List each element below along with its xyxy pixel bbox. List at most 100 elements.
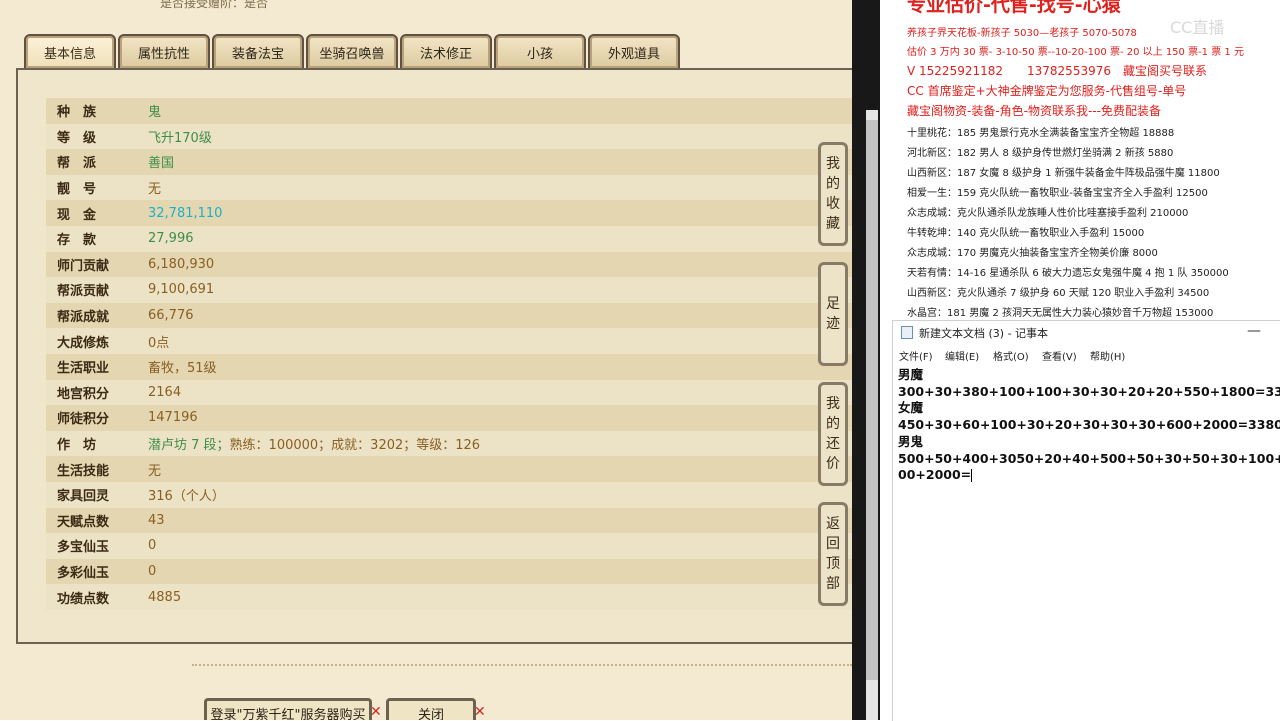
info-row-dungeon-points: 地宫积分 2164 bbox=[46, 379, 852, 406]
footprint-button[interactable]: 足 迹 bbox=[818, 262, 848, 366]
text-line: 男魔 bbox=[898, 367, 924, 382]
info-row-furniture: 家具回灵 316（个人） bbox=[46, 481, 852, 508]
info-row-cash: 现 金 32,781,110 bbox=[46, 200, 852, 226]
info-value: 32,781,110 bbox=[148, 205, 223, 221]
text-line: 男鬼 bbox=[898, 433, 924, 449]
ad-listing-line: 相爱一生：159 克火队统一畜牧职业-装备宝宝齐全入手盈利 12500 bbox=[907, 188, 1208, 199]
text-caret bbox=[971, 469, 973, 483]
info-row-deposit: 存 款 27,996 bbox=[46, 225, 852, 252]
info-row-school-contribution: 师门贡献 6,180,930 bbox=[46, 251, 852, 278]
dotted-divider bbox=[192, 664, 852, 666]
tab-spell-correction[interactable]: 法术修正 bbox=[400, 34, 492, 70]
info-row-workshop: 作 坊 潜卢坊 7 段； 熟练：100000；成就：3202；等级：126 bbox=[46, 430, 852, 457]
ad-listing-line: 山西新区：克火队通杀 7 级护身 60 天赋 120 职业入手盈利 34500 bbox=[907, 288, 1210, 299]
tab-mounts-pets[interactable]: 坐骑召唤兽 bbox=[306, 34, 398, 70]
info-label: 靓 号 bbox=[57, 182, 97, 198]
info-row-mentor-points: 师徒积分 147196 bbox=[46, 405, 852, 431]
info-label: 功绩点数 bbox=[57, 591, 110, 607]
notepad-menubar: 文件(F) 编辑(E) 格式(O) 查看(V) 帮助(H) bbox=[893, 345, 1280, 365]
ad-listing-line: 十里桃花：185 男鬼景行克水全满装备宝宝齐全物超 18888 bbox=[907, 128, 1175, 139]
login-server-purchase-button[interactable]: 登录"万紫千红"服务器购买 bbox=[204, 698, 372, 720]
tab-basic-info[interactable]: 基本信息 bbox=[24, 34, 116, 70]
tab-equipment[interactable]: 装备法宝 bbox=[212, 34, 304, 70]
game-character-panel: 是否接受赠阶：是否 基本信息 属性抗性 装备法宝 坐骑召唤兽 法术修正 小孩 外… bbox=[0, 0, 852, 720]
ad-red-line: 藏宝阁物资-装备-角色-物资联系我---免费配装备 bbox=[907, 104, 1161, 118]
ad-listing-line: 牛转乾坤：140 克火队统一畜牧职业入手盈利 15000 bbox=[907, 228, 1145, 239]
ad-red-line: 养孩子界天花板-新孩子 5030—老孩子 5070-5078 bbox=[907, 28, 1137, 39]
info-label: 等 级 bbox=[57, 130, 97, 146]
my-counteroffer-button[interactable]: 我 的 还 价 bbox=[818, 382, 848, 486]
info-label: 作 坊 bbox=[57, 438, 97, 454]
text-line: 450+30+60+100+30+20+30+30+30+600+2000=33… bbox=[898, 417, 1280, 433]
info-value: 鬼 bbox=[148, 105, 162, 121]
menu-view[interactable]: 查看(V) bbox=[1042, 348, 1077, 363]
ad-red-line: CC 首席鉴定+大神金牌鉴定为您服务-代售组号-单号 bbox=[907, 84, 1187, 98]
notepad-icon bbox=[901, 326, 913, 339]
info-value: 27,996 bbox=[148, 231, 194, 247]
info-value: 43 bbox=[148, 512, 165, 528]
menu-file[interactable]: 文件(F) bbox=[899, 348, 933, 363]
info-label: 生活技能 bbox=[57, 463, 110, 479]
info-label: 帮派成就 bbox=[57, 310, 110, 326]
info-row-guild-contribution: 帮派贡献 9,100,691 bbox=[46, 277, 852, 303]
info-row-treasure-jade: 多宝仙玉 0 bbox=[46, 533, 852, 559]
info-row-vanity-id: 靓 号无 bbox=[46, 174, 852, 201]
ad-red-line: V 15225921182 13782553976 藏宝阁买号联系 bbox=[907, 64, 1207, 78]
my-favorites-button[interactable]: 我 的 收 藏 bbox=[818, 142, 848, 246]
ad-red-line: 估价 3 万内 30 票- 3-10-50 票--10-20-100 票- 20… bbox=[907, 47, 1244, 58]
tab-children[interactable]: 小孩 bbox=[494, 34, 586, 70]
menu-edit[interactable]: 编辑(E) bbox=[945, 348, 979, 363]
info-row-life-skill: 生活技能 无 bbox=[46, 456, 852, 482]
info-row-guild: 帮 派 善国 bbox=[46, 149, 852, 175]
info-label: 存 款 bbox=[57, 233, 97, 249]
menu-format[interactable]: 格式(O) bbox=[993, 348, 1029, 363]
minimize-icon[interactable]: — bbox=[1247, 323, 1261, 339]
menu-help[interactable]: 帮助(H) bbox=[1090, 348, 1125, 363]
info-label: 师门贡献 bbox=[57, 258, 110, 274]
top-partial-text: 是否接受赠阶：是否 bbox=[160, 0, 269, 10]
info-row-level: 等 级 飞升170级 bbox=[46, 123, 852, 150]
info-value: 4885 bbox=[148, 589, 182, 605]
info-value: 66,776 bbox=[148, 308, 194, 324]
back-to-top-button[interactable]: 返 回 顶 部 bbox=[818, 502, 848, 606]
info-value: 善国 bbox=[148, 156, 175, 172]
basic-info-table: 种 族鬼 等 级飞升170级 帮 派善国 靓 号无 现 金 32,781,110 … bbox=[46, 98, 852, 610]
close-x-icon: ✕ bbox=[474, 704, 486, 720]
close-button[interactable]: 关闭 bbox=[386, 698, 476, 720]
info-row-talent-points: 天赋点数 43 bbox=[46, 507, 852, 534]
info-label: 多彩仙玉 bbox=[57, 565, 110, 581]
ad-text-panel: 专业估价-代售-找号-心猿 CC直播 养孩子界天花板-新孩子 5030—老孩子 … bbox=[880, 0, 1280, 320]
info-value-workshop-stats: 熟练：100000；成就：3202；等级：126 bbox=[229, 438, 481, 454]
info-value: 0 bbox=[148, 538, 157, 554]
tab-attributes[interactable]: 属性抗性 bbox=[118, 34, 210, 70]
info-label: 生活职业 bbox=[57, 361, 110, 377]
info-label: 帮 派 bbox=[57, 156, 97, 172]
info-row-life-profession: 生活职业 畜牧，51级 bbox=[46, 353, 852, 380]
scrollbar-thumb[interactable] bbox=[866, 120, 878, 680]
info-value: 畜牧，51级 bbox=[148, 361, 217, 377]
info-label: 师徒积分 bbox=[57, 412, 110, 428]
info-row-guild-achievement: 帮派成就 66,776 bbox=[46, 302, 852, 329]
info-value: 0点 bbox=[148, 335, 170, 351]
text-line: 500+50+400+3050+20+40+500+50+30+50+30+10… bbox=[898, 450, 1280, 466]
info-label: 大成修炼 bbox=[57, 335, 110, 351]
info-label: 种 族 bbox=[57, 105, 97, 121]
notepad-text-area[interactable]: 男魔 300+30+380+100+100+30+30+20+20+550+18… bbox=[898, 367, 1280, 484]
info-label: 家具回灵 bbox=[57, 489, 110, 505]
notepad-titlebar[interactable]: 新建文本文档 (3) - 记事本 — bbox=[893, 321, 1280, 345]
notepad-window: 新建文本文档 (3) - 记事本 — 文件(F) 编辑(E) 格式(O) 查看(… bbox=[892, 320, 1280, 721]
text-line-with-caret: 00+2000= bbox=[898, 467, 1278, 484]
info-label: 地宫积分 bbox=[57, 386, 110, 402]
info-row-cultivation: 大成修炼 0点 bbox=[46, 328, 852, 354]
text-line: 00+2000= bbox=[898, 467, 972, 483]
close-x-icon: ✕ bbox=[370, 704, 382, 720]
info-label: 现 金 bbox=[57, 207, 97, 223]
info-label: 多宝仙玉 bbox=[57, 540, 110, 556]
stream-watermark: CC直播 bbox=[1170, 18, 1225, 37]
info-value: 0 bbox=[148, 563, 157, 579]
ad-listing-line: 众志成城：克火队通杀队龙族睡人性价比哇塞接手盈利 210000 bbox=[907, 208, 1189, 219]
info-value: 316（个人） bbox=[148, 489, 225, 505]
info-value: 无 bbox=[148, 463, 162, 479]
tab-appearance[interactable]: 外观道具 bbox=[588, 34, 680, 70]
text-line: 女魔 bbox=[898, 400, 924, 416]
